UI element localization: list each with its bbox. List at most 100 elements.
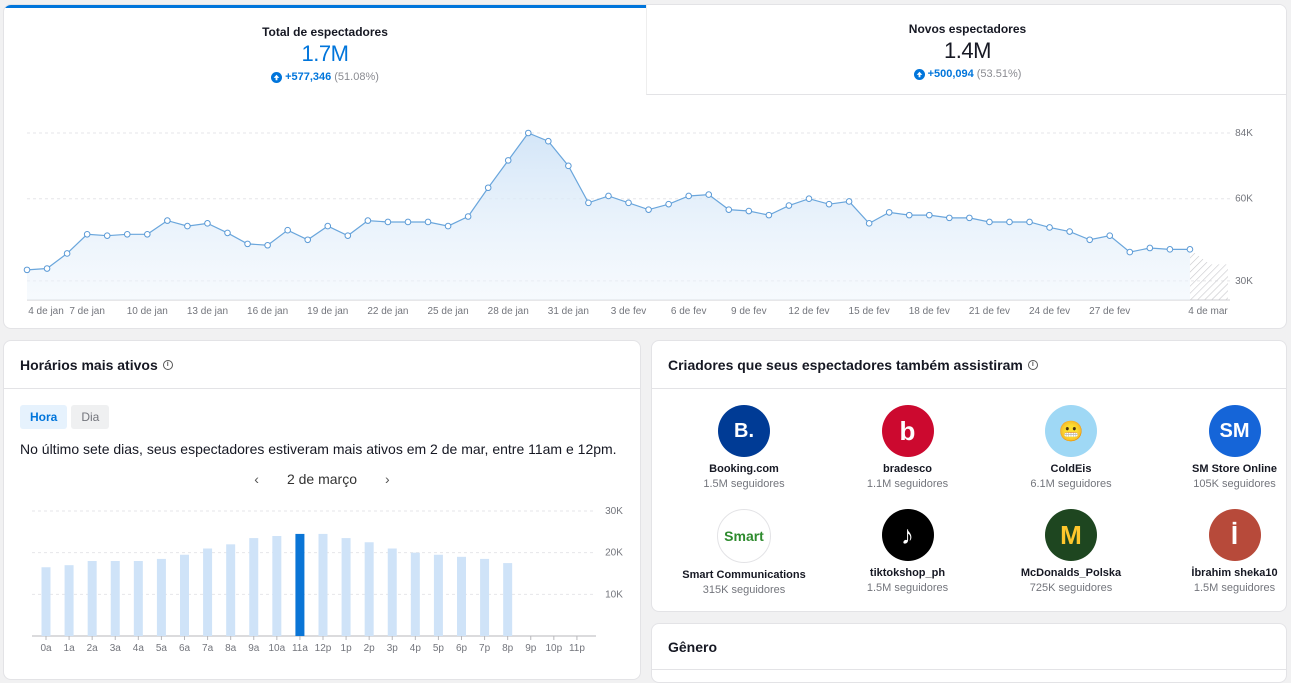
creator-name[interactable]: McDonalds_Polska: [992, 567, 1150, 579]
data-point: [1086, 236, 1093, 244]
creator-name[interactable]: SM Store Online: [1156, 463, 1287, 475]
creator-name[interactable]: ColdEis: [992, 463, 1150, 475]
x-tick-label: 9 de fev: [731, 306, 767, 317]
viewers-overview-card: Total de espectadores 1.7M +577,346 (51.…: [3, 4, 1287, 329]
creator-item[interactable]: B. Booking.com 1.5M seguidores: [665, 405, 823, 490]
data-point: [144, 230, 151, 238]
toggle-day-button[interactable]: Dia: [71, 405, 110, 429]
creator-name[interactable]: Smart Communications: [665, 569, 823, 581]
avatar[interactable]: 😬: [1045, 405, 1097, 457]
bar-1a: [64, 565, 74, 636]
data-point: [1186, 246, 1194, 253]
hourly-bar-chart[interactable]: 0a 1a 2a 3a 4a 5a 6a 7a 8a 9a 10a 11a 12p 1p 2p 3p 4p 5p 6…: [4, 501, 641, 680]
tab-title: Novos espectadores: [908, 22, 1027, 36]
x-tick-label: 6 de fev: [671, 306, 707, 317]
info-icon[interactable]: i: [1027, 359, 1038, 370]
card-title: Criadores que seus espectadores também a…: [668, 356, 1023, 373]
creator-followers: 1.1M seguidores: [866, 478, 949, 490]
creator-name[interactable]: Booking.com: [665, 463, 823, 475]
card-title: Gênero: [668, 638, 718, 655]
creator-item[interactable]: SM SM Store Online 105K seguidores: [1156, 405, 1287, 490]
bar-0a: [41, 567, 51, 636]
creator-item[interactable]: M McDonalds_Polska 725K seguidores: [992, 509, 1150, 594]
data-point: [364, 217, 372, 224]
x-tick-label: 5p: [433, 643, 445, 654]
x-tick-label: 4p: [410, 643, 422, 654]
data-point: [83, 230, 91, 238]
avatar[interactable]: B.: [718, 405, 770, 457]
x-tick-label: 4 de jan: [28, 306, 64, 317]
creator-followers: 1.5M seguidores: [703, 478, 785, 490]
arrow-up-icon: [271, 71, 283, 83]
avatar-glyph: b: [899, 415, 916, 446]
tab-new-viewers[interactable]: Novos espectadores 1.4M +500,094 (53.51%…: [646, 5, 1286, 95]
creator-followers: 725K seguidores: [1029, 582, 1113, 594]
data-point: [1046, 224, 1053, 231]
avatar-glyph: ♪: [901, 519, 914, 550]
x-tick-label: 3 de fev: [611, 306, 647, 317]
data-point: [1166, 246, 1174, 253]
creator-name[interactable]: tiktokshop_ph: [829, 567, 987, 579]
x-tick-label: 12 de fev: [788, 306, 829, 317]
x-tick-label: 12p: [315, 643, 332, 654]
data-point: [845, 198, 853, 205]
data-point: [444, 222, 452, 230]
data-point: [1006, 218, 1013, 226]
x-tick-label: 7a: [202, 643, 214, 654]
data-point: [1066, 228, 1073, 235]
creator-item[interactable]: ♪ tiktokshop_ph 1.5M seguidores: [829, 509, 987, 594]
avatar[interactable]: M: [1045, 509, 1097, 561]
bar-3a: [110, 561, 120, 636]
x-tick-label: 10 de jan: [127, 306, 168, 317]
avatar-glyph: SM: [1219, 419, 1250, 442]
avatar[interactable]: SM: [1208, 405, 1261, 457]
data-point: [384, 218, 392, 226]
data-point: [164, 217, 171, 224]
data-point: [745, 207, 753, 215]
creator-name[interactable]: İbrahim sheka10: [1156, 567, 1287, 579]
avatar[interactable]: İ: [1208, 509, 1261, 561]
avatar[interactable]: Smart: [717, 509, 771, 563]
data-point: [946, 214, 953, 222]
avatar[interactable]: b: [881, 405, 934, 457]
creator-item[interactable]: b bradesco 1.1M seguidores: [829, 405, 987, 490]
x-tick-label: 22 de jan: [367, 306, 408, 317]
x-tick-label: 9a: [248, 643, 260, 654]
bar-6a: [180, 554, 189, 636]
creator-name[interactable]: bradesco: [829, 463, 987, 475]
data-point: [765, 211, 773, 219]
creator-item[interactable]: 😬 ColdEis 6.1M seguidores: [992, 405, 1150, 490]
creator-followers: 105K seguidores: [1193, 478, 1276, 490]
active-hours-summary: No último sete dias, seus espectadores e…: [20, 441, 617, 457]
bar-7a: [203, 548, 213, 636]
data-point: [805, 195, 813, 203]
date-navigator: ‹ 2 de março ›: [4, 471, 640, 487]
y-tick-label: 30K: [1235, 276, 1253, 287]
data-point: [103, 232, 111, 239]
pending-data-area: [1189, 249, 1228, 300]
avatar-glyph: M: [1060, 519, 1082, 550]
active-hours-card: Horários mais ativos i Hora Dia No últim…: [3, 340, 641, 680]
avatar[interactable]: ♪: [881, 509, 934, 561]
x-tick-label: 27 de fev: [1089, 306, 1130, 317]
viewers-line-chart[interactable]: 4 de jan 7 de jan 10 de jan 13 de jan 16 de …: [4, 100, 1287, 325]
tab-title: Total de espectadores: [262, 25, 388, 39]
data-point: [464, 213, 472, 220]
data-point: [244, 240, 251, 248]
data-point: [23, 266, 31, 274]
creator-item[interactable]: Smart Smart Communications 315K seguidores: [665, 509, 823, 596]
info-icon[interactable]: i: [162, 359, 173, 370]
toggle-hour-button[interactable]: Hora: [20, 405, 68, 429]
x-tick-label: 8p: [502, 643, 514, 654]
chevron-right-icon[interactable]: ›: [385, 471, 390, 487]
data-point: [585, 199, 592, 207]
tab-total-viewers[interactable]: Total de espectadores 1.7M +577,346 (51.…: [4, 5, 646, 95]
data-point: [484, 184, 492, 192]
x-tick-label: 2a: [87, 643, 99, 654]
creator-item[interactable]: İ İbrahim sheka10 1.5M seguidores: [1156, 509, 1287, 594]
x-tick-label: 4a: [133, 643, 145, 654]
data-point: [284, 226, 291, 234]
bar-1p: [341, 538, 351, 636]
chevron-left-icon[interactable]: ‹: [254, 471, 259, 487]
x-tick-label: 2p: [364, 643, 376, 654]
